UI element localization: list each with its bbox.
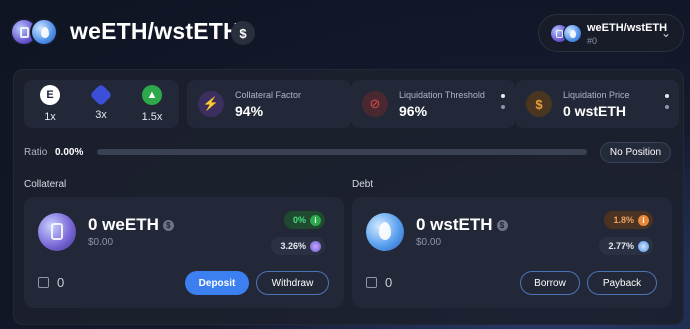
wallet-balance: 0 <box>366 275 392 290</box>
wallet-icon <box>38 277 49 288</box>
withdraw-button[interactable]: Withdraw <box>256 271 329 295</box>
supply-rate-badge: 0% i <box>283 211 325 229</box>
payback-button[interactable]: Payback <box>587 271 657 295</box>
collateral-factor-card: ⚡ Collateral Factor 94% <box>187 80 351 128</box>
dollar-icon: $ <box>162 220 174 232</box>
position-name: weETH/wstETH <box>587 22 668 34</box>
ratio-progress-bar <box>97 149 587 155</box>
stat-label: Liquidation Price <box>563 90 630 100</box>
page-title: weETH/wstETH <box>70 18 240 44</box>
debt-usd: $0.00 <box>416 237 442 248</box>
wallet-icon <box>366 277 377 288</box>
wsteth-icon <box>366 213 404 251</box>
deposit-button[interactable]: Deposit <box>185 271 249 295</box>
weeth-icon <box>38 213 76 251</box>
leverage-item[interactable]: ▲ 1.5x <box>130 85 174 125</box>
collateral-card: 0 weETH $ $0.00 0% i 3.26% 0 Deposit Withd… <box>24 197 344 308</box>
reward-token-icon <box>638 240 649 252</box>
bolt-icon: ⚡ <box>198 91 224 117</box>
stat-label: Collateral Factor <box>235 90 302 100</box>
reward-rate-badge: 3.26% <box>271 237 325 255</box>
protocol-e-icon: E <box>40 85 60 105</box>
stat-value: 96% <box>399 103 428 119</box>
leverage-value: 1x <box>44 111 56 123</box>
dollar-icon: $ <box>496 220 508 232</box>
info-icon: i <box>638 214 649 226</box>
debt-card: 0 wstETH $ $0.00 1.8% i 2.77% 0 Borrow Pay… <box>352 197 672 308</box>
protocol-grid-icon <box>89 83 113 107</box>
reward-token-icon <box>310 240 321 252</box>
chevron-down-icon: ⌄ <box>660 26 671 40</box>
protocol-green-icon: ▲ <box>142 85 162 105</box>
wallet-balance: 0 <box>38 275 64 290</box>
stat-value: 0 wstETH <box>563 103 627 119</box>
leverage-value: 3x <box>95 109 107 121</box>
stat-label: Liquidation Threshold <box>399 90 485 100</box>
liquidation-threshold-card: ⊘ Liquidation Threshold 96% <box>351 80 515 128</box>
prohibited-icon: ⊘ <box>362 91 388 117</box>
dollar-icon: $ <box>526 91 552 117</box>
leverage-item[interactable]: E 1x <box>28 85 72 125</box>
pager-dots[interactable] <box>501 94 505 116</box>
header: weETH/wstETH $ weETH/wstETH #0 ⌄ <box>0 0 690 64</box>
ratio-label: Ratio <box>24 147 48 158</box>
leverage-card: E 1x 3x ▲ 1.5x <box>24 80 179 128</box>
reward-rate-badge: 2.77% <box>599 237 653 255</box>
stat-value: 94% <box>235 103 264 119</box>
position-pair-icon <box>550 24 584 44</box>
pair-logo <box>10 18 60 48</box>
borrow-rate-badge: 1.8% i <box>604 211 653 229</box>
collateral-usd: $0.00 <box>88 237 114 248</box>
leverage-item[interactable]: 3x <box>79 83 123 125</box>
position-id: #0 <box>587 36 598 46</box>
debt-section-label: Debt <box>352 179 374 190</box>
info-icon: i <box>310 214 321 226</box>
collateral-section-label: Collateral <box>24 179 67 190</box>
pager-dots[interactable] <box>665 94 669 116</box>
currency-toggle-button[interactable]: $ <box>231 21 255 45</box>
collateral-amount: 0 weETH $ <box>88 215 174 235</box>
leverage-value: 1.5x <box>141 111 163 123</box>
borrow-button[interactable]: Borrow <box>520 271 580 295</box>
position-select[interactable]: weETH/wstETH #0 ⌄ <box>538 14 684 52</box>
liquidation-price-card: $ Liquidation Price 0 wstETH <box>515 80 679 128</box>
position-status-badge: No Position <box>600 142 671 163</box>
ratio-value: 0.00% <box>55 147 84 158</box>
debt-amount: 0 wstETH $ <box>416 215 508 235</box>
wsteth-icon <box>30 18 58 46</box>
